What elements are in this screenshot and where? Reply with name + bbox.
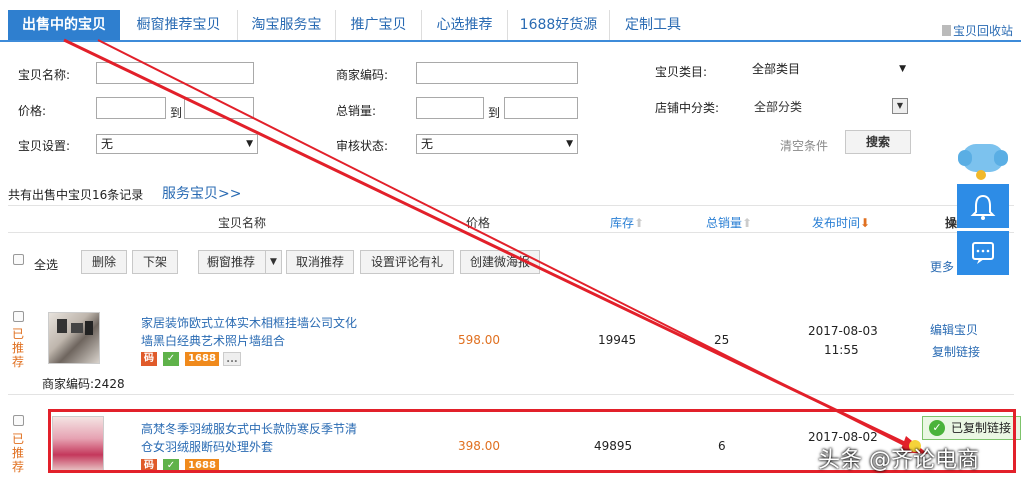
watermark-text: 头条 @齐论电商 bbox=[818, 448, 979, 473]
seller-center-page: 出售中的宝贝 橱窗推荐宝贝 淘宝服务宝 推广宝贝 心选推荐 1688好货源 定制… bbox=[0, 0, 1021, 487]
